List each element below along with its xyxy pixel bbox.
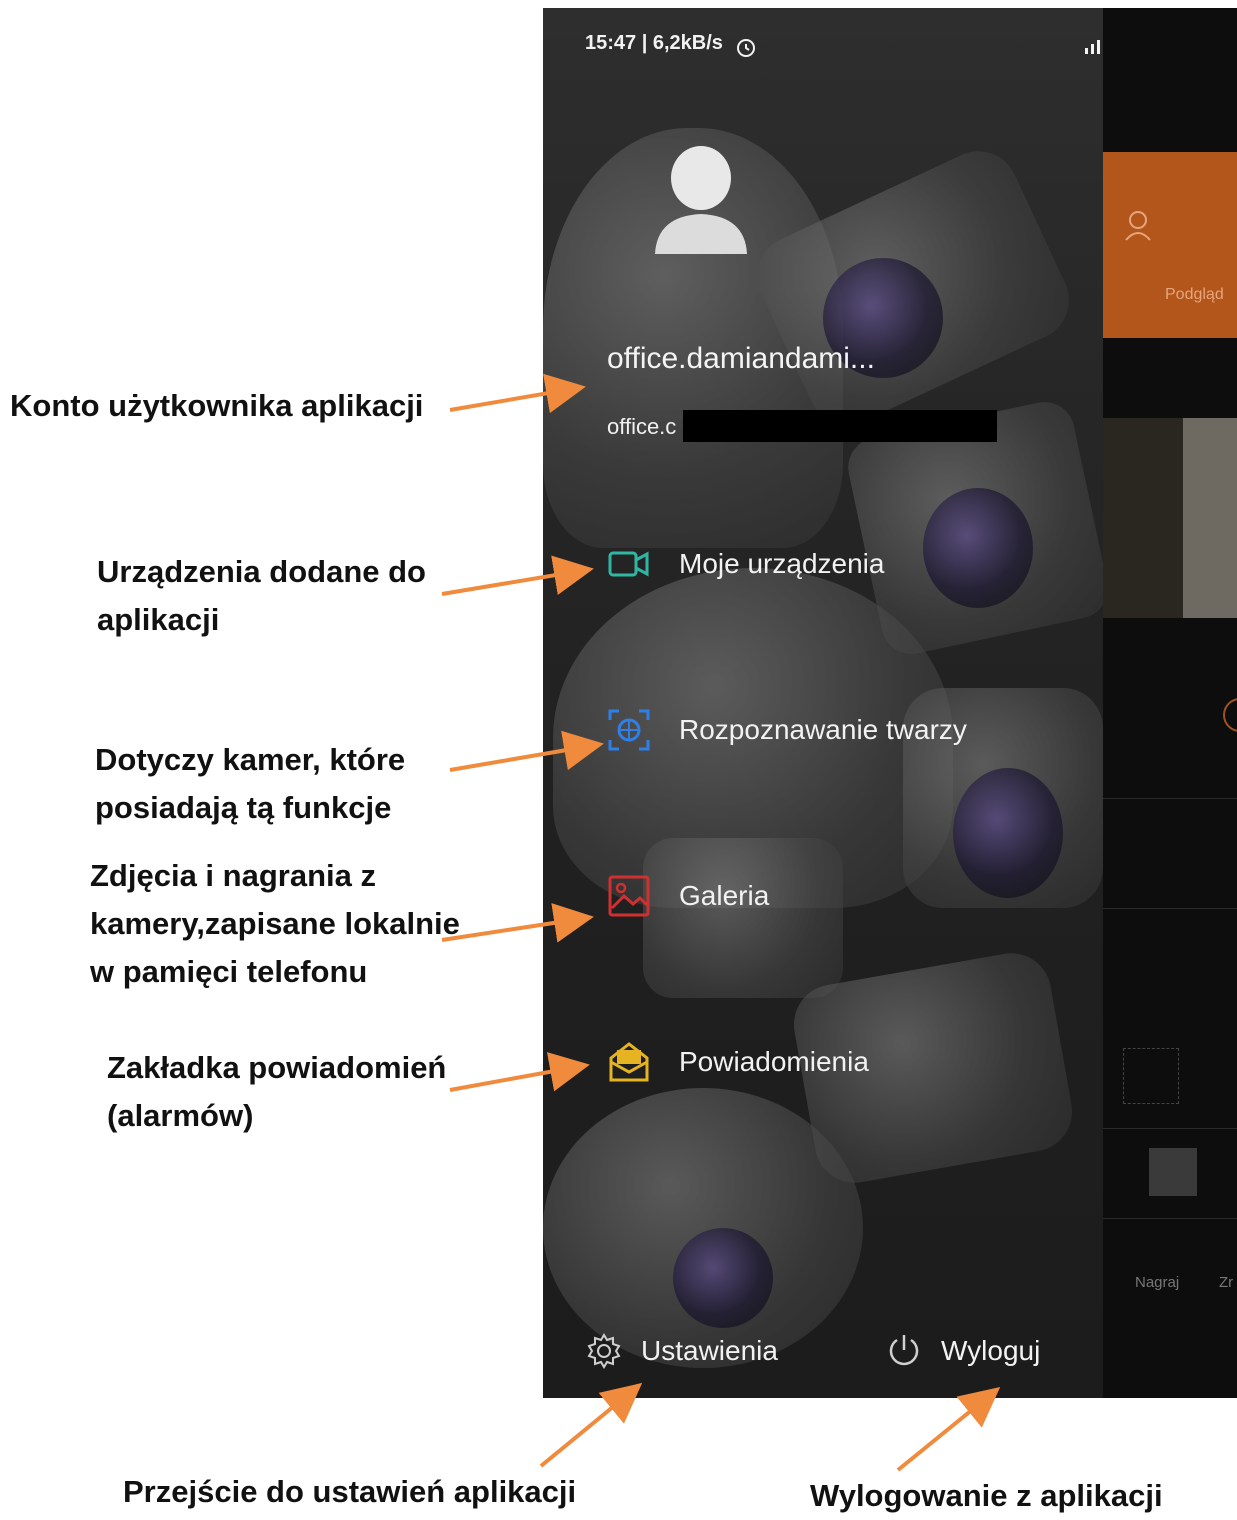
arrow bbox=[441, 555, 594, 596]
arrow bbox=[441, 903, 594, 943]
annotation-arrows bbox=[441, 373, 1001, 1472]
arrow bbox=[449, 373, 586, 414]
arrow bbox=[449, 1052, 590, 1092]
arrow bbox=[449, 730, 604, 772]
arrow bbox=[539, 1382, 643, 1468]
arrow bbox=[896, 1386, 1001, 1472]
